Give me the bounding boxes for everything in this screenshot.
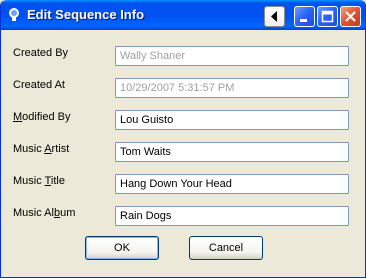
minimize-button[interactable] <box>294 6 315 27</box>
maximize-icon <box>321 10 334 23</box>
music-album-label: Music Album <box>13 207 76 219</box>
modified-by-label: Modified By <box>13 111 71 123</box>
created-by-label: Created By <box>13 47 69 59</box>
minimize-icon <box>300 19 307 22</box>
music-title-field[interactable]: Hang Down Your Head <box>115 174 349 194</box>
window-title: Edit Sequence Info <box>27 7 145 22</box>
close-button[interactable] <box>340 6 361 27</box>
title-bar[interactable]: Edit Sequence Info <box>1 0 365 30</box>
back-button[interactable] <box>264 6 285 27</box>
music-artist-label: Music Artist <box>13 143 70 155</box>
music-album-field[interactable]: Rain Dogs <box>115 206 349 226</box>
edit-sequence-info-dialog: Edit Sequence Info Created By Wally Shan… <box>0 0 366 278</box>
created-by-field[interactable]: Wally Shaner <box>115 46 349 66</box>
ok-button[interactable]: OK <box>85 236 159 260</box>
back-arrow-icon <box>271 11 277 22</box>
modified-by-field[interactable]: Lou Guisto <box>115 110 349 130</box>
created-at-field[interactable]: 10/29/2007 5:31:57 PM <box>115 78 349 98</box>
created-at-label: Created At <box>13 79 65 91</box>
close-icon <box>345 11 356 22</box>
music-artist-field[interactable]: Tom Waits <box>115 142 349 162</box>
cancel-button[interactable]: Cancel <box>189 236 263 260</box>
maximize-button[interactable] <box>317 6 338 27</box>
music-title-label: Music Title <box>13 175 65 187</box>
app-icon <box>9 8 19 21</box>
